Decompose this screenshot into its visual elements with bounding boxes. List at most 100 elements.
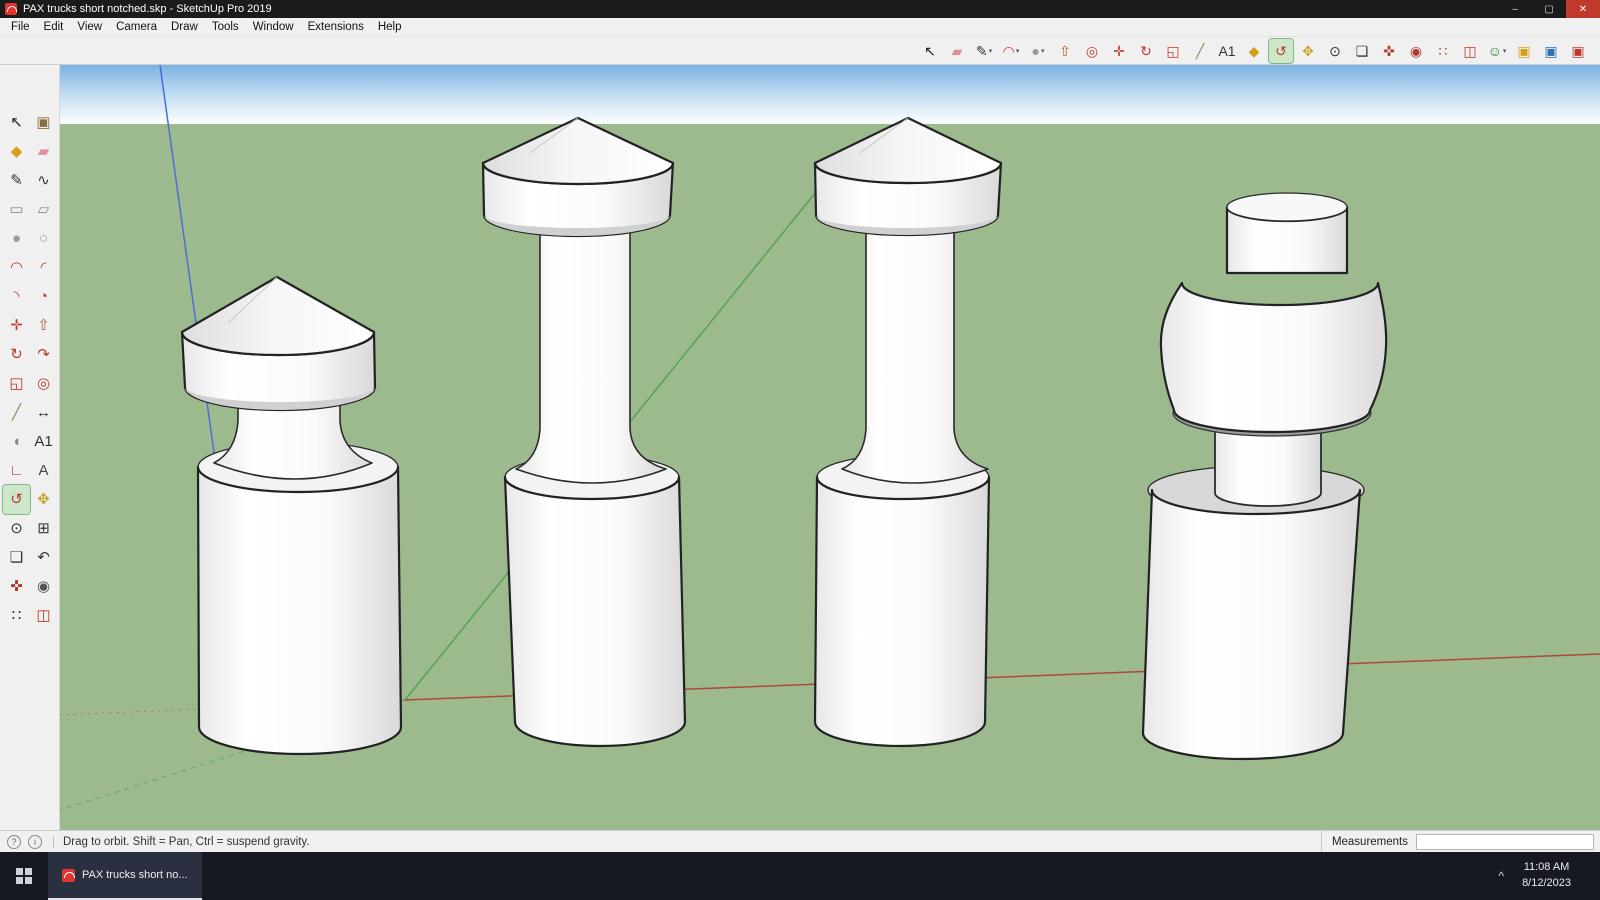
- position-camera-tool[interactable]: ✜: [3, 572, 30, 601]
- measurements-input[interactable]: [1416, 833, 1594, 850]
- menu-draw[interactable]: Draw: [164, 18, 205, 36]
- text-tool[interactable]: A1: [1215, 39, 1239, 63]
- eraser-tool[interactable]: ▰: [30, 137, 57, 166]
- extension-warehouse-tool[interactable]: ▣: [1539, 39, 1563, 63]
- tray-date: 8/12/2023: [1522, 877, 1571, 889]
- help-icon[interactable]: ?: [7, 834, 21, 849]
- send-to-layout-tool[interactable]: ▣: [1566, 39, 1590, 63]
- section-plane-tool[interactable]: ◫: [30, 601, 57, 630]
- pan-tool[interactable]: ✥: [30, 485, 57, 514]
- model-scene[interactable]: [60, 65, 1600, 830]
- zoom-tool[interactable]: ⊙: [1323, 39, 1347, 63]
- protractor-tool[interactable]: ◖: [3, 427, 30, 456]
- tool-glyph-icon: ◫: [36, 607, 51, 624]
- tape-measure-tool[interactable]: ╱: [3, 398, 30, 427]
- rectangle-tool[interactable]: ▭: [3, 195, 30, 224]
- tray-chevron-icon[interactable]: ^: [1494, 869, 1508, 883]
- 3d-warehouse-tool[interactable]: ▣: [1512, 39, 1536, 63]
- tool-glyph-icon: ↶: [37, 549, 50, 566]
- start-button[interactable]: [0, 852, 48, 900]
- tool-glyph-icon: A1: [34, 433, 53, 450]
- two-point-arc-tool[interactable]: ◜: [30, 253, 57, 282]
- paint-bucket-tool[interactable]: ◆: [1242, 39, 1266, 63]
- maximize-button[interactable]: ▢: [1532, 0, 1566, 18]
- viewport[interactable]: [60, 65, 1600, 830]
- system-tray: ^ 11:08 AM 8/12/2023: [1494, 852, 1600, 900]
- scale-tool[interactable]: ◱: [1161, 39, 1185, 63]
- scale-tool[interactable]: ◱: [3, 369, 30, 398]
- push-pull-tool[interactable]: ⇧: [1053, 39, 1077, 63]
- arc-tool[interactable]: ◠ ▾: [999, 39, 1023, 63]
- sign-in-avatar[interactable]: ☺ ▾: [1485, 39, 1509, 63]
- menu-view[interactable]: View: [70, 18, 109, 36]
- freehand-tool[interactable]: ∿: [30, 166, 57, 195]
- make-component-tool[interactable]: ▣: [30, 108, 57, 137]
- menu-extensions[interactable]: Extensions: [301, 18, 371, 36]
- menu-help[interactable]: Help: [371, 18, 409, 36]
- orbit-tool[interactable]: ↺: [1268, 37, 1294, 64]
- info-icon[interactable]: i: [28, 834, 42, 849]
- zoom-tool[interactable]: ⊙: [3, 514, 30, 543]
- walk-tool[interactable]: ∷: [1431, 39, 1455, 63]
- zoom-extents-tool[interactable]: ❏: [1350, 39, 1374, 63]
- menu-edit[interactable]: Edit: [37, 18, 71, 36]
- pan-tool[interactable]: ✥: [1296, 39, 1320, 63]
- polygon-tool[interactable]: ○: [30, 224, 57, 253]
- rotated-rectangle-tool[interactable]: ▱: [30, 195, 57, 224]
- move-tool[interactable]: ✛: [1107, 39, 1131, 63]
- orbit-tool[interactable]: ↺: [2, 484, 31, 515]
- section-plane-tool[interactable]: ◫: [1458, 39, 1482, 63]
- select-tool[interactable]: ↖: [3, 108, 30, 137]
- eraser-tool[interactable]: ▰: [945, 39, 969, 63]
- rotate-tool[interactable]: ↻: [1134, 39, 1158, 63]
- text-tool[interactable]: A1: [30, 427, 57, 456]
- axes-tool[interactable]: ∟: [3, 456, 30, 485]
- zoom-window-tool[interactable]: ⊞: [30, 514, 57, 543]
- tool-glyph-icon: ∷: [11, 607, 22, 624]
- shapes-tool[interactable]: ● ▾: [1026, 39, 1050, 63]
- look-around-tool[interactable]: ◉: [30, 572, 57, 601]
- arc-tool[interactable]: ◠: [3, 253, 30, 282]
- bollard-short[interactable]: [180, 275, 403, 756]
- rotate-tool[interactable]: ↻: [3, 340, 30, 369]
- left-rail: ↖ ▣ ◆ ▰ ✎ ∿ ▭ ▱ ● ○ ◠ ◜ ◝ ◔ ✛ ⇧ ↻ ↷ ◱ ◎ ╱ ↔ ◖ A1 ∟ A ↺ ✥ ⊙ ⊞ ❏ ↶ ✜ ◉ ∷ ◫: [0, 65, 60, 830]
- tool-glyph-icon: ⇧: [37, 317, 50, 334]
- look-around-tool[interactable]: ◉: [1404, 39, 1428, 63]
- tool-glyph-icon: ↺: [1275, 42, 1287, 59]
- circle-tool[interactable]: ●: [3, 224, 30, 253]
- 3d-text-tool[interactable]: A: [30, 456, 57, 485]
- offset-tool[interactable]: ◎: [1080, 39, 1104, 63]
- walk-tool[interactable]: ∷: [3, 601, 30, 630]
- status-hint-text: Drag to orbit. Shift = Pan, Ctrl = suspe…: [63, 835, 310, 848]
- menu-window[interactable]: Window: [246, 18, 301, 36]
- paint-bucket-tool[interactable]: ◆: [3, 137, 30, 166]
- close-button[interactable]: ✕: [1566, 0, 1600, 18]
- taskbar-app-sketchup[interactable]: PAX trucks short no...: [48, 852, 202, 900]
- line-tool-dropdown[interactable]: ▾: [989, 47, 993, 55]
- tape-measure-tool[interactable]: ╱: [1188, 39, 1212, 63]
- push-pull-tool[interactable]: ⇧: [30, 311, 57, 340]
- previous-view-tool[interactable]: ↶: [30, 543, 57, 572]
- large-tool-set: ↖ ▣ ◆ ▰ ✎ ∿ ▭ ▱ ● ○ ◠ ◜ ◝ ◔ ✛ ⇧ ↻ ↷ ◱ ◎ ╱ ↔ ◖ A1 ∟ A ↺ ✥ ⊙ ⊞ ❏ ↶ ✜ ◉ ∷ ◫: [2, 108, 57, 630]
- line-tool[interactable]: ✎ ▾: [972, 39, 996, 63]
- tray-clock[interactable]: 11:08 AM 8/12/2023: [1522, 860, 1571, 892]
- sign-in-avatar-dropdown[interactable]: ▾: [1503, 47, 1507, 55]
- menu-tools[interactable]: Tools: [205, 18, 246, 36]
- position-camera-tool[interactable]: ✜: [1377, 39, 1401, 63]
- tool-glyph-icon: ∿: [37, 172, 50, 189]
- offset-tool[interactable]: ◎: [30, 369, 57, 398]
- zoom-extents-tool[interactable]: ❏: [3, 543, 30, 572]
- minimize-button[interactable]: –: [1498, 0, 1532, 18]
- three-point-arc-tool[interactable]: ◝: [3, 282, 30, 311]
- tool-glyph-icon: ↻: [1140, 42, 1152, 59]
- menu-camera[interactable]: Camera: [109, 18, 164, 36]
- line-tool[interactable]: ✎: [3, 166, 30, 195]
- select-tool[interactable]: ↖: [918, 39, 942, 63]
- move-tool[interactable]: ✛: [3, 311, 30, 340]
- shapes-tool-dropdown[interactable]: ▾: [1041, 47, 1045, 55]
- menu-file[interactable]: File: [4, 18, 37, 36]
- pie-tool[interactable]: ◔: [30, 282, 57, 311]
- dimension-tool[interactable]: ↔: [30, 398, 57, 427]
- arc-tool-dropdown[interactable]: ▾: [1016, 47, 1020, 55]
- follow-me-tool[interactable]: ↷: [30, 340, 57, 369]
